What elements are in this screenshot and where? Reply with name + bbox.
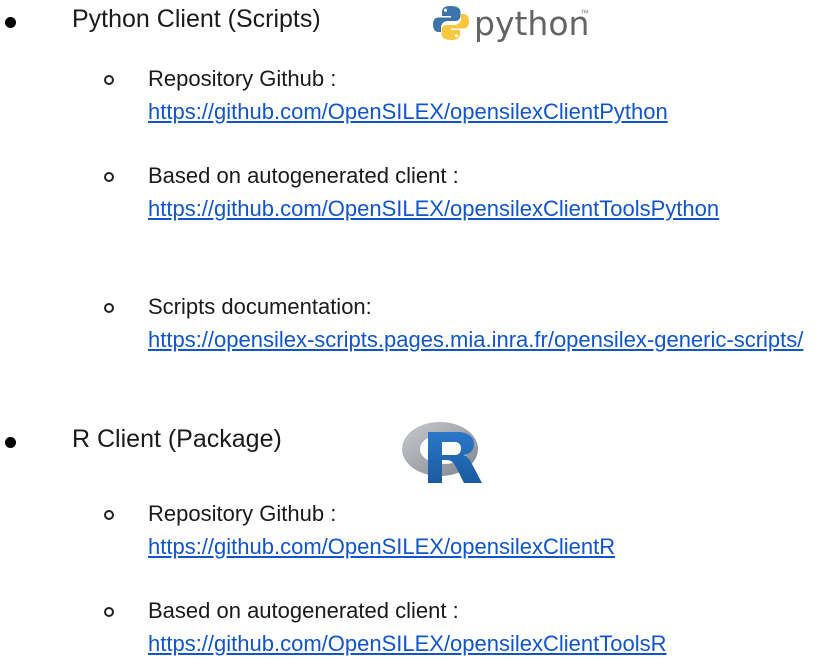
r-repository-link[interactable]: https://github.com/OpenSILEX/opensilexCl… [148, 530, 808, 563]
python-client-heading: Python Client (Scripts) [72, 5, 321, 33]
python-logo-text: python [474, 4, 590, 43]
r-client-heading: R Client (Package) [72, 425, 282, 453]
python-bullet-row: Python Client (Scripts) [0, 0, 817, 44]
scripts-documentation-link[interactable]: https://opensilex-scripts.pages.mia.inra… [148, 323, 808, 356]
item-label: Scripts documentation: [148, 294, 372, 319]
item-label: Based on autogenerated client : [148, 598, 459, 623]
hollow-bullet-icon [104, 510, 114, 520]
r-language-icon [402, 422, 482, 483]
python-repository-link[interactable]: https://github.com/OpenSILEX/opensilexCl… [148, 95, 808, 128]
bullet-dot-icon [5, 17, 16, 28]
item-label: Repository Github : [148, 66, 337, 91]
item-label: Repository Github : [148, 501, 337, 526]
python-client-section: Python Client (Scripts) python ™ Reposit… [0, 0, 817, 352]
hollow-bullet-icon [104, 172, 114, 182]
r-autogenerated-link[interactable]: https://github.com/OpenSILEX/opensilexCl… [148, 627, 808, 660]
python-logo: python ™ [432, 4, 612, 48]
hollow-bullet-icon [104, 75, 114, 85]
bullet-dot-icon [5, 437, 16, 448]
item-label: Based on autogenerated client : [148, 163, 459, 188]
hollow-bullet-icon [104, 607, 114, 617]
python-snake-icon [433, 6, 469, 41]
r-logo [400, 418, 492, 490]
python-logo-trademark: ™ [580, 8, 589, 18]
python-autogenerated-link[interactable]: https://github.com/OpenSILEX/opensilexCl… [148, 192, 808, 225]
hollow-bullet-icon [104, 303, 114, 313]
